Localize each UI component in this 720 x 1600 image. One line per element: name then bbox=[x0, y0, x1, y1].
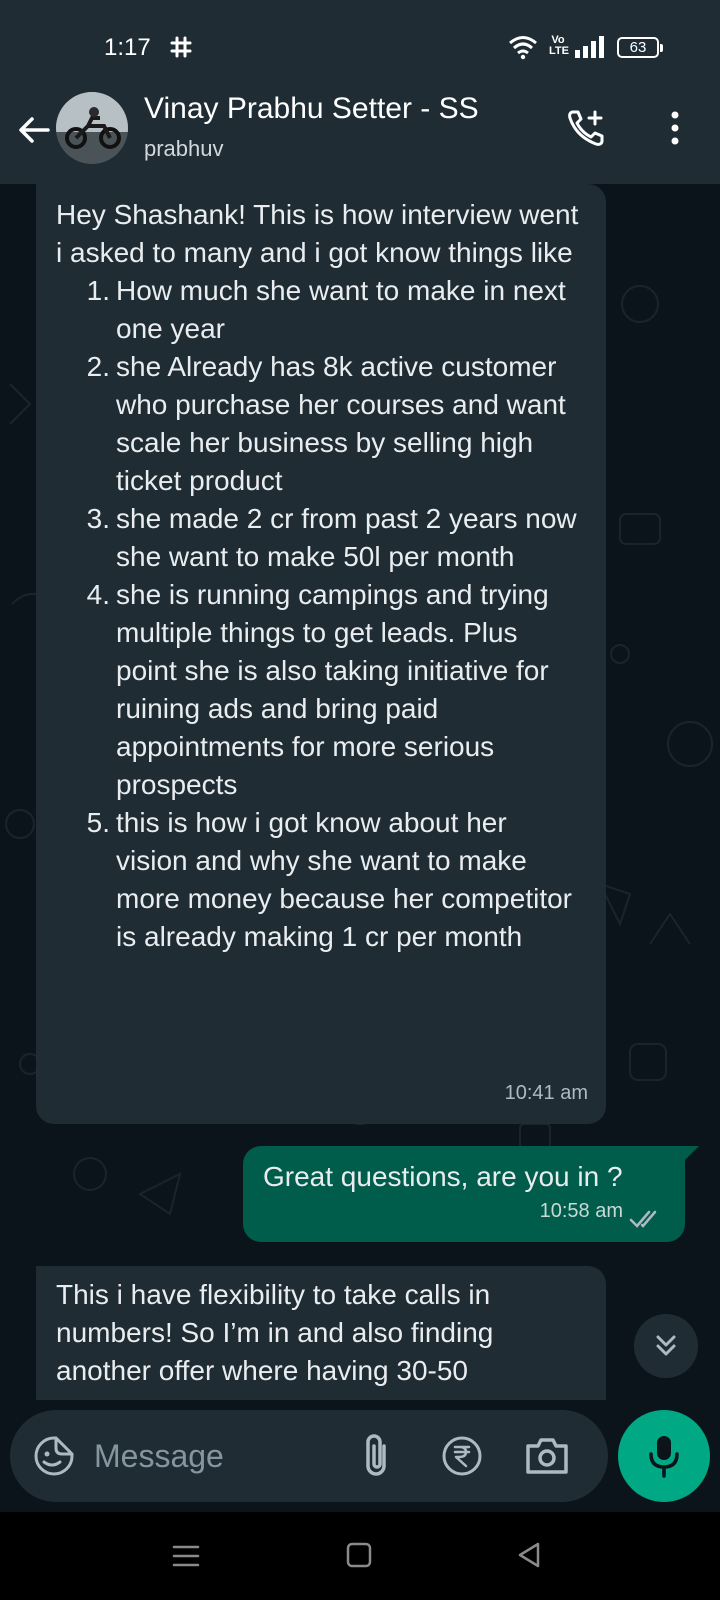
rupee-payment-icon[interactable] bbox=[440, 1434, 484, 1478]
list-text: she is running campings and trying multi… bbox=[116, 579, 549, 800]
list-number: 5. bbox=[86, 807, 110, 838]
message-text: This i have flexibility to take calls in… bbox=[56, 1279, 494, 1386]
slack-icon bbox=[170, 36, 192, 58]
motorcycle-photo bbox=[56, 92, 128, 164]
message-time: 10:41 am bbox=[504, 1082, 588, 1104]
scroll-to-bottom-button[interactable] bbox=[634, 1314, 698, 1378]
list-item: 4. she is running campings and trying mul… bbox=[56, 576, 586, 804]
message-list: 1. How much she want to make in next one … bbox=[56, 272, 586, 956]
list-item: 1. How much she want to make in next one … bbox=[56, 272, 586, 348]
status-time: 1:17 bbox=[104, 34, 151, 61]
incoming-message[interactable]: Hey Shashank! This is how interview went… bbox=[36, 184, 606, 1124]
more-options-icon[interactable] bbox=[660, 108, 690, 148]
sticker-emoji-icon[interactable] bbox=[32, 1434, 76, 1478]
list-item: 3. she made 2 cr from past 2 years now sh… bbox=[56, 500, 586, 576]
list-item: 2. she Already has 8k active customer who… bbox=[56, 348, 586, 500]
list-text: she made 2 cr from past 2 years now she … bbox=[116, 503, 577, 572]
volte-label: Vo LTE bbox=[549, 34, 569, 57]
microphone-icon bbox=[649, 1436, 679, 1478]
home-icon[interactable] bbox=[344, 1540, 374, 1570]
list-item: 5. this is how i got know about her visio… bbox=[56, 804, 586, 956]
double-check-icon bbox=[629, 1210, 657, 1228]
battery-indicator: 63 bbox=[617, 37, 663, 58]
list-number: 2. bbox=[86, 351, 110, 382]
message-text: Hey Shashank! This is how interview went… bbox=[56, 199, 579, 268]
incoming-message[interactable]: This i have flexibility to take calls in… bbox=[36, 1266, 606, 1400]
double-chevron-down-icon bbox=[656, 1335, 676, 1356]
contact-avatar[interactable] bbox=[56, 92, 128, 164]
chat-header: Vinay Prabhu Setter - SS prabhuv bbox=[0, 92, 720, 184]
contact-subtitle[interactable]: prabhuv bbox=[144, 136, 224, 162]
chat-area[interactable]: Hey Shashank! This is how interview went… bbox=[0, 184, 720, 1400]
status-bar: 1:17 Vo LTE 63 bbox=[0, 0, 720, 92]
list-number: 3. bbox=[86, 503, 110, 534]
outgoing-message[interactable]: Great questions, are you in ? 10:58 am bbox=[243, 1146, 699, 1242]
list-number: 4. bbox=[86, 579, 110, 610]
message-composer bbox=[10, 1410, 608, 1502]
recent-apps-icon[interactable] bbox=[170, 1540, 202, 1572]
add-call-icon[interactable] bbox=[565, 106, 609, 150]
message-text: Great questions, are you in ? bbox=[263, 1161, 623, 1192]
list-text: How much she want to make in next one ye… bbox=[116, 275, 566, 344]
wifi-icon bbox=[509, 36, 537, 60]
attach-icon[interactable] bbox=[356, 1432, 396, 1480]
system-navigation-bar bbox=[0, 1512, 720, 1600]
list-text: she Already has 8k active customer who p… bbox=[116, 351, 566, 496]
nav-back-icon[interactable] bbox=[514, 1540, 544, 1570]
contact-name[interactable]: Vinay Prabhu Setter - SS bbox=[144, 92, 479, 126]
signal-icon bbox=[575, 36, 604, 58]
list-number: 1. bbox=[86, 275, 110, 306]
voice-message-button[interactable] bbox=[618, 1410, 710, 1502]
list-text: this is how i got know about her vision … bbox=[116, 807, 572, 952]
message-input[interactable] bbox=[94, 1428, 344, 1484]
back-arrow-icon[interactable] bbox=[14, 110, 54, 150]
message-time: 10:58 am bbox=[539, 1200, 623, 1222]
camera-icon[interactable] bbox=[524, 1434, 570, 1478]
